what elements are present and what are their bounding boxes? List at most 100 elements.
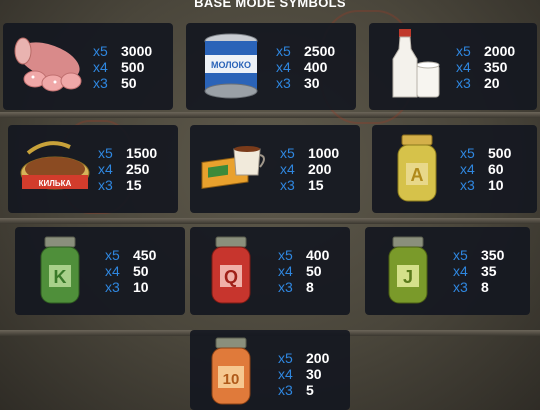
multiplier-x4: x4 — [105, 263, 120, 279]
payout-value: 200 — [306, 350, 330, 366]
background-shelf — [0, 112, 540, 118]
multiplier-x3: x3 — [456, 75, 471, 91]
payout-value: 250 — [126, 161, 150, 177]
payout-value: 450 — [133, 247, 157, 263]
multiplier-x4: x4 — [453, 263, 468, 279]
multiplier-x5: x5 — [276, 43, 291, 59]
jar-a-icon: A — [397, 134, 437, 202]
multiplier-x4: x4 — [98, 161, 113, 177]
multiplier-x4: x4 — [276, 59, 291, 75]
multiplier-x5: x5 — [280, 145, 295, 161]
payout-value: 50 — [306, 263, 322, 279]
payout-value: 400 — [304, 59, 328, 75]
payout-value: 500 — [488, 145, 512, 161]
multiplier-x3: x3 — [280, 177, 295, 193]
multiplier-x4: x4 — [280, 161, 295, 177]
multiplier-x5: x5 — [98, 145, 113, 161]
payout-value: 35 — [481, 263, 497, 279]
paytable-q: x5 400 x4 50 x3 8 — [278, 247, 329, 295]
payout-value: 30 — [304, 75, 320, 91]
can-label: КИЛЬКА — [39, 179, 72, 188]
jar-letter: J — [403, 267, 413, 287]
multiplier-x4: x4 — [278, 263, 293, 279]
payout-value: 8 — [481, 279, 489, 295]
jar-q-icon: Q — [211, 236, 251, 304]
paytable-milk: x5 2000 x4 350 x3 20 — [456, 43, 515, 91]
paytable-10: x5 200 x4 30 x3 5 — [278, 350, 329, 398]
payout-value: 350 — [484, 59, 508, 75]
tea-cup-icon — [201, 146, 265, 190]
multiplier-x4: x4 — [456, 59, 471, 75]
multiplier-x5: x5 — [460, 145, 475, 161]
payout-value: 15 — [126, 177, 142, 193]
paytable-a: x5 500 x4 60 x3 10 — [460, 145, 511, 193]
symbol-panel-tea: x5 1000 x4 200 x3 15 — [190, 125, 360, 213]
payout-value: 50 — [133, 263, 149, 279]
payout-value: 500 — [121, 59, 145, 75]
symbol-panel-j: J x5 350 x4 35 x3 8 — [365, 227, 530, 315]
payout-value: 20 — [484, 75, 500, 91]
paytable-j: x5 350 x4 35 x3 8 — [453, 247, 504, 295]
payout-value: 10 — [133, 279, 149, 295]
payout-value: 8 — [306, 279, 314, 295]
paytable-sprats: x5 1500 x4 250 x3 15 — [98, 145, 157, 193]
multiplier-x5: x5 — [456, 43, 471, 59]
condensed-milk-icon: МОЛОКО — [204, 33, 258, 99]
payout-value: 60 — [488, 161, 504, 177]
payout-value: 2500 — [304, 43, 336, 59]
jar-letter: A — [411, 165, 424, 185]
jar-10-icon: 10 — [211, 337, 251, 405]
paytable-k: x5 450 x4 50 x3 10 — [105, 247, 156, 295]
multiplier-x4: x4 — [93, 59, 108, 75]
multiplier-x3: x3 — [453, 279, 468, 295]
can-label: МОЛОКО — [211, 60, 251, 70]
payout-value: 2000 — [484, 43, 516, 59]
symbol-panel-sausage: x5 3000 x4 500 x3 50 — [3, 23, 173, 110]
jar-j-icon: J — [388, 236, 428, 304]
multiplier-x4: x4 — [278, 366, 293, 382]
symbol-panel-a: A x5 500 x4 60 x3 10 — [372, 125, 537, 213]
payout-value: 50 — [121, 75, 137, 91]
payout-value: 15 — [308, 177, 324, 193]
payout-value: 3000 — [121, 43, 153, 59]
payout-value: 5 — [306, 382, 314, 398]
multiplier-x3: x3 — [278, 382, 293, 398]
symbol-panel-milk-can: МОЛОКО x5 2500 x4 400 x3 30 — [186, 23, 356, 110]
page-title: BASE MODE SYMBOLS — [194, 0, 346, 10]
paytable-tea: x5 1000 x4 200 x3 15 — [280, 145, 339, 193]
jar-letter: Q — [224, 267, 238, 287]
jar-letter: K — [54, 267, 67, 287]
multiplier-x3: x3 — [460, 177, 475, 193]
payout-value: 10 — [488, 177, 504, 193]
multiplier-x5: x5 — [278, 247, 293, 263]
multiplier-x3: x3 — [105, 279, 120, 295]
background-shelf — [0, 218, 540, 224]
symbol-panel-q: Q x5 400 x4 50 x3 8 — [190, 227, 350, 315]
symbol-panel-k: K x5 450 x4 50 x3 10 — [15, 227, 185, 315]
payout-value: 30 — [306, 366, 322, 382]
multiplier-x4: x4 — [460, 161, 475, 177]
payout-value: 200 — [308, 161, 332, 177]
payout-value: 350 — [481, 247, 505, 263]
multiplier-x5: x5 — [105, 247, 120, 263]
paytable-milk-can: x5 2500 x4 400 x3 30 — [276, 43, 335, 91]
payout-value: 400 — [306, 247, 330, 263]
multiplier-x3: x3 — [276, 75, 291, 91]
multiplier-x3: x3 — [93, 75, 108, 91]
payout-value: 1500 — [126, 145, 158, 161]
symbol-panel-sprats: КИЛЬКА x5 1500 x4 250 x3 15 — [8, 125, 178, 213]
multiplier-x5: x5 — [278, 350, 293, 366]
multiplier-x3: x3 — [98, 177, 113, 193]
symbol-panel-10: 10 x5 200 x4 30 x3 5 — [190, 330, 350, 410]
symbol-panel-milk: x5 2000 x4 350 x3 20 — [369, 23, 537, 110]
sausage-icon — [14, 37, 82, 92]
multiplier-x5: x5 — [93, 43, 108, 59]
multiplier-x3: x3 — [278, 279, 293, 295]
jar-letter: 10 — [223, 371, 240, 388]
paytable-sausage: x5 3000 x4 500 x3 50 — [93, 43, 152, 91]
jar-k-icon: K — [40, 236, 80, 304]
milk-bottle-icon — [392, 29, 440, 98]
sprats-can-icon: КИЛЬКА — [20, 141, 90, 190]
multiplier-x5: x5 — [453, 247, 468, 263]
payout-value: 1000 — [308, 145, 340, 161]
